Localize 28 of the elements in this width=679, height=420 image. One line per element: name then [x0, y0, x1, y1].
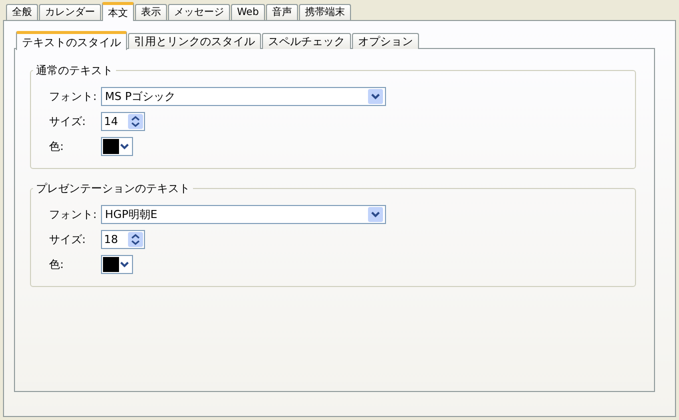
tab[interactable]: 引用とリンクのスタイル	[128, 33, 261, 49]
size-spinner[interactable]: 14	[101, 112, 145, 130]
spinner-arrows-icon	[128, 114, 143, 128]
tab[interactable]: スペルチェック	[262, 33, 351, 49]
size-spinner[interactable]: 18	[101, 230, 145, 248]
tab[interactable]: オプション	[352, 33, 419, 49]
tab[interactable]: 表示	[135, 4, 167, 20]
field-label: サイズ:	[49, 114, 87, 128]
tab[interactable]: 音声	[266, 4, 298, 20]
field-label: 色:	[49, 138, 65, 154]
tab[interactable]: 携帯端末	[298, 4, 351, 20]
field-label: 色:	[49, 256, 65, 272]
color-picker[interactable]	[101, 136, 133, 156]
tab[interactable]: 本文	[102, 2, 134, 21]
font-dropdown[interactable]: MS Pゴシック	[101, 86, 386, 106]
font-dropdown[interactable]: HGP明朝E	[101, 204, 386, 224]
color-picker[interactable]	[101, 254, 133, 274]
tab[interactable]: メッセージ	[168, 4, 230, 20]
field-label: サイズ:	[49, 232, 87, 246]
tab[interactable]: 全般	[6, 4, 38, 20]
group-title: プレゼンテーションのテキスト	[35, 181, 191, 196]
tab[interactable]: カレンダー	[39, 4, 101, 20]
tab[interactable]: Web	[231, 4, 265, 20]
tab[interactable]: テキストのスタイル	[16, 31, 127, 50]
spinner-arrows-icon	[128, 232, 143, 246]
field-label: フォント:	[49, 88, 98, 104]
field-label: フォント:	[49, 206, 98, 222]
group-title: 通常のテキスト	[35, 63, 114, 78]
